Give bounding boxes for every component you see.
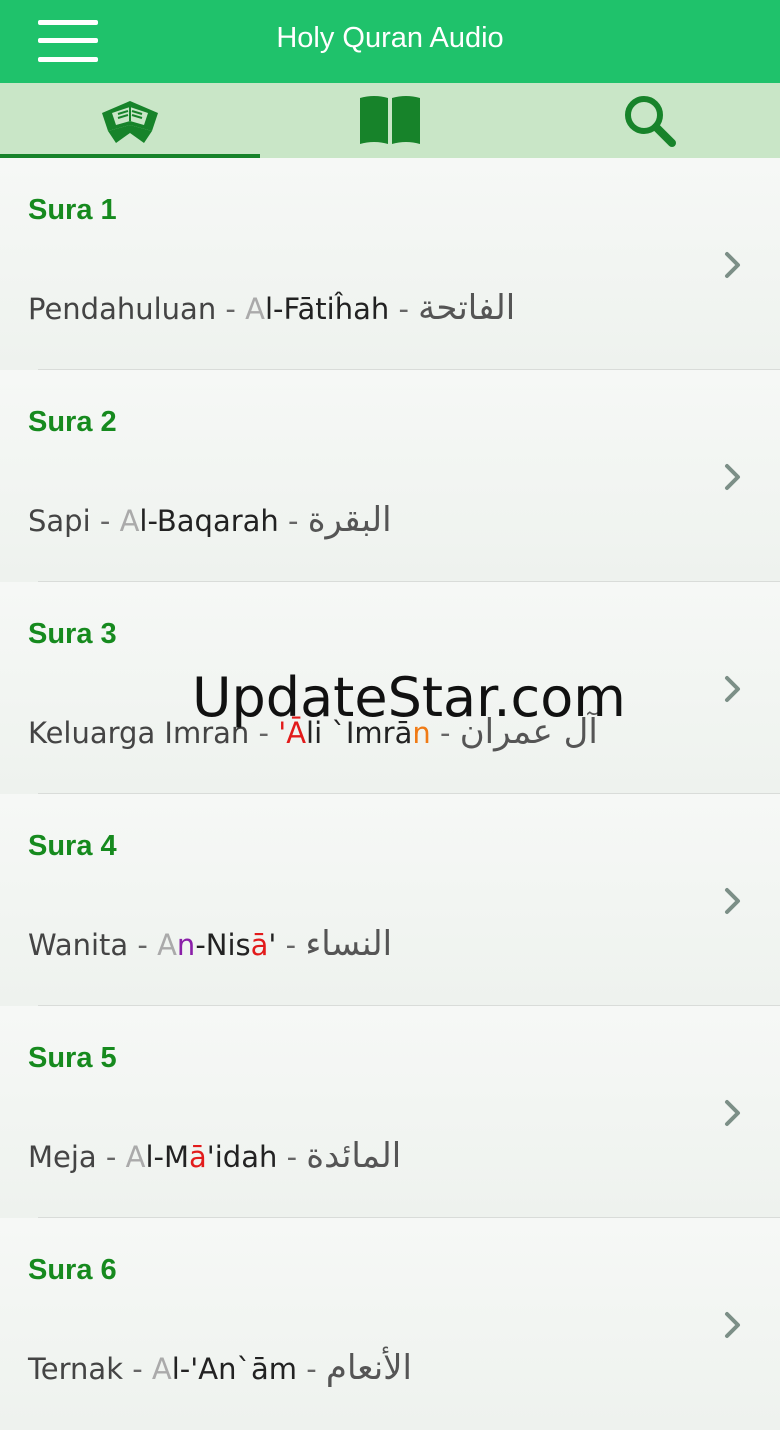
sura-label: Sura 6 [28, 1254, 117, 1286]
sura-name: Pendahuluan - Al-Fātiĥah - الفاتحة [28, 288, 516, 328]
sura-name: Meja - Al-Mā'idah - المائدة [28, 1136, 402, 1176]
chevron-right-icon [725, 252, 740, 278]
sura-name: Wanita - An-Nisā' - النساء [28, 924, 393, 964]
sura-label: Sura 5 [28, 1042, 117, 1074]
open-quran-icon [102, 100, 158, 143]
chevron-right-icon [725, 1100, 740, 1126]
chevron-right-icon [725, 888, 740, 914]
list-item[interactable]: Sura 1 Pendahuluan - Al-Fātiĥah - الفاتح… [0, 158, 780, 370]
sura-label: Sura 2 [28, 406, 117, 438]
chevron-right-icon [725, 676, 740, 702]
list-item[interactable]: Sura 6 Ternak - Al-'An`ām - الأنعام [0, 1218, 780, 1430]
sura-label: Sura 3 [28, 618, 117, 650]
list-item[interactable]: Sura 5 Meja - Al-Mā'idah - المائدة [0, 1006, 780, 1218]
open-book-icon [360, 95, 420, 144]
tab-bar [0, 83, 780, 158]
tab-quran[interactable] [0, 83, 260, 158]
list-item[interactable]: Sura 2 Sapi - Al-Baqarah - البقرة [0, 370, 780, 582]
app-title: Holy Quran Audio [276, 22, 504, 54]
list-item[interactable]: Sura 4 Wanita - An-Nisā' - النساء [0, 794, 780, 1006]
search-icon [625, 95, 676, 147]
sura-label: Sura 1 [28, 194, 117, 226]
sura-label: Sura 4 [28, 830, 117, 862]
app-header: Holy Quran Audio [0, 0, 780, 83]
tab-book[interactable] [260, 83, 520, 158]
sura-name: Ternak - Al-'An`ām - الأنعام [28, 1348, 413, 1388]
watermark: UpdateStar.com [192, 666, 626, 729]
chevron-right-icon [725, 464, 740, 490]
tab-search[interactable] [520, 83, 780, 158]
sura-list: Sura 1 Pendahuluan - Al-Fātiĥah - الفاتح… [0, 158, 780, 1430]
chevron-right-icon [725, 1312, 740, 1338]
sura-name: Sapi - Al-Baqarah - البقرة [28, 500, 392, 540]
